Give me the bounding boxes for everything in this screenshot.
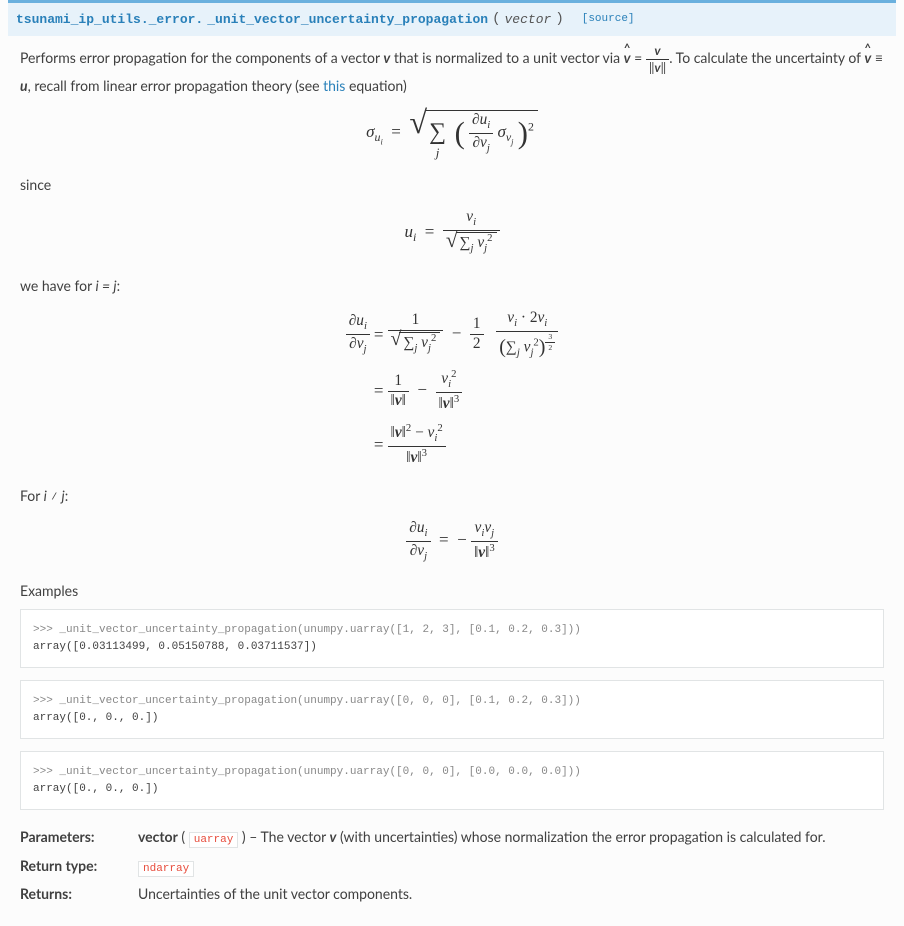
text: For: [20, 487, 44, 504]
return-type-body: ndarray: [138, 855, 884, 878]
code-line: >>> _unit_vector_uncertainty_propagation…: [33, 695, 581, 707]
open-paren: (: [492, 9, 500, 30]
equation-link[interactable]: this: [323, 77, 345, 94]
examples-heading: Examples: [8, 580, 896, 601]
code-output: array([0.03113499, 0.05150788, 0.0371153…: [33, 641, 317, 653]
desc-text: equation): [345, 77, 406, 94]
function-signature: tsunami_ip_utils._error._unit_vector_unc…: [8, 0, 896, 36]
returns-label: Returns:: [20, 883, 130, 904]
param-desc: – The vector: [246, 828, 330, 845]
param-type: uarray: [189, 832, 239, 848]
example-code-2: >>> _unit_vector_uncertainty_propagation…: [20, 680, 884, 739]
text: :: [65, 487, 69, 504]
equation-ui: ui = vi √∑j vj2: [8, 209, 896, 257]
example-code-1: >>> _unit_vector_uncertainty_propagation…: [20, 609, 884, 668]
source-link[interactable]: [source]: [582, 11, 635, 28]
equation-sigma: σui = √ ∑j ( ∂ui ∂vj σvj )2: [8, 110, 896, 157]
forij-text: For i ≠ j:: [8, 485, 896, 506]
close-paren: ): [555, 9, 563, 30]
field-list: Parameters: vector ( uarray ) – The vect…: [8, 822, 896, 908]
param-desc: (with uncertainties) whose normalization…: [336, 828, 825, 845]
return-type-label: Return type:: [20, 855, 130, 876]
return-type-value: ndarray: [138, 861, 194, 877]
parameters-label: Parameters:: [20, 826, 130, 847]
desc-text: that is normalized to a unit vector via: [390, 49, 623, 66]
code-line: >>> _unit_vector_uncertainty_propagation…: [33, 624, 581, 636]
inline-math-vhat-def: v = v‖v‖: [624, 49, 670, 66]
desc-text: , recall from linear error propagation t…: [28, 77, 324, 94]
code-output: array([0., 0., 0.]): [33, 712, 158, 724]
function-name: _unit_vector_uncertainty_propagation: [207, 10, 488, 30]
equation-deriv-ieqj: ∂ui ∂vj = 1 √∑j vj2 − 12 vi · 2vi (∑j vj…: [8, 310, 896, 467]
parameters-body: vector ( uarray ) – The vector v (with u…: [138, 826, 884, 849]
description-paragraph-1: Performs error propagation for the compo…: [8, 44, 896, 96]
param-name: vector: [138, 828, 178, 845]
symbol-v: v: [330, 828, 337, 845]
module-path: tsunami_ip_utils._error.: [16, 10, 203, 30]
desc-text: . To calculate the uncertainty of: [669, 49, 864, 66]
param-vector: vector: [505, 10, 552, 30]
equation-deriv-inej: ∂ui ∂vj = − vivj ‖v‖3: [8, 520, 896, 563]
code-output: array([0., 0., 0.]): [33, 783, 158, 795]
text: we have for: [20, 277, 96, 294]
desc-text: Performs error propagation for the compo…: [20, 49, 383, 66]
wehave-text: we have for i = j:: [8, 275, 896, 296]
code-line: >>> _unit_vector_uncertainty_propagation…: [33, 766, 581, 778]
returns-body: Uncertainties of the unit vector compone…: [138, 883, 884, 904]
inline-math-i-eq-j: i = j: [96, 277, 117, 294]
inline-math-i-neq-j: i ≠ j: [44, 487, 65, 504]
text: :: [117, 277, 121, 294]
example-code-3: >>> _unit_vector_uncertainty_propagation…: [20, 751, 884, 810]
since-text: since: [8, 174, 896, 195]
